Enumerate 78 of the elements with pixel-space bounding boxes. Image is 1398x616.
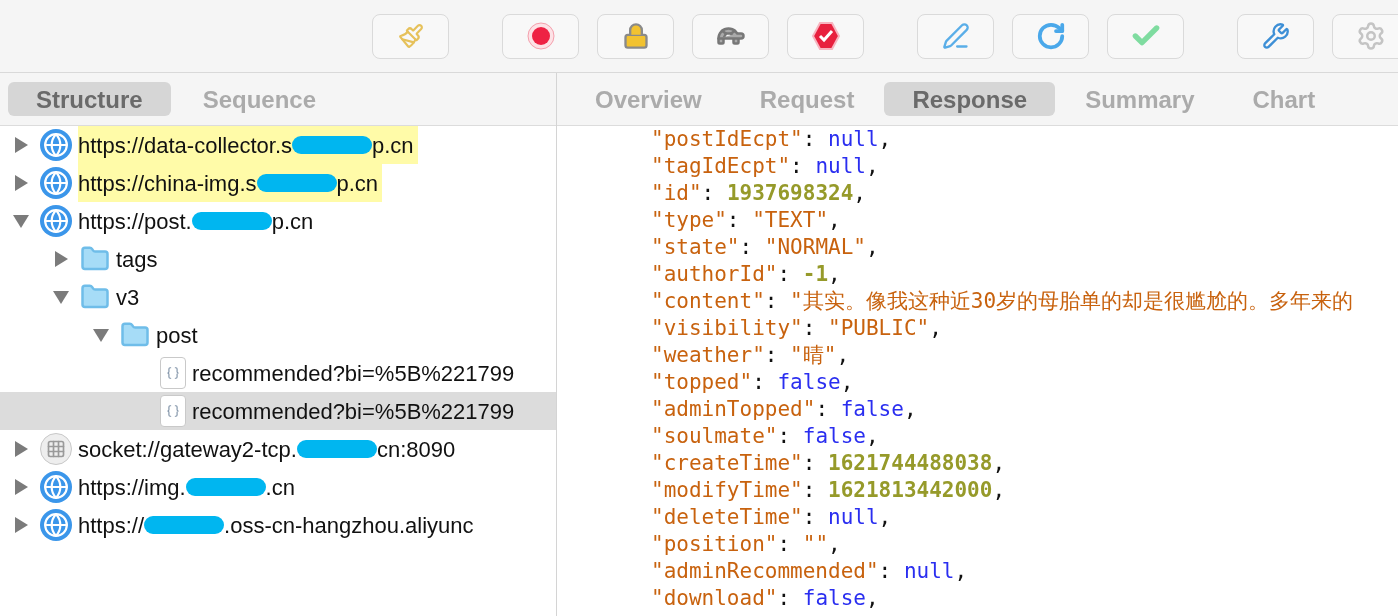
json-line: "deleteTime": null, bbox=[651, 504, 893, 531]
json-line: "authorId": -1, bbox=[651, 261, 842, 288]
host-label: v3 bbox=[116, 283, 140, 312]
socket-icon bbox=[40, 433, 72, 465]
host-label: https:// bbox=[78, 511, 145, 540]
tree-row[interactable]: tags bbox=[0, 240, 556, 278]
host-label: https://china-img.s bbox=[78, 169, 257, 198]
tools-icon bbox=[1261, 22, 1290, 50]
expanded-arrow-icon[interactable] bbox=[52, 288, 70, 306]
json-line: "type": "TEXT", bbox=[651, 207, 842, 234]
expanded-arrow-icon[interactable] bbox=[92, 326, 110, 344]
globe-icon bbox=[40, 129, 72, 161]
host-label-end: .cn bbox=[265, 473, 295, 502]
json-line: "position": "", bbox=[651, 531, 842, 558]
pen-icon bbox=[941, 22, 970, 50]
globe-icon bbox=[40, 205, 72, 237]
tab[interactable]: Response bbox=[884, 82, 1056, 116]
globe-icon bbox=[40, 167, 72, 199]
toolbar-button[interactable] bbox=[502, 13, 579, 59]
json-line: "download": false, bbox=[651, 585, 880, 612]
expanded-arrow-icon[interactable] bbox=[12, 212, 30, 230]
json-line: "soulmate": false, bbox=[651, 423, 880, 450]
tree-row[interactable]: post bbox=[0, 316, 556, 354]
lock-icon bbox=[621, 22, 650, 50]
json-line: "content": "其实。像我这种近30岁的母胎单的却是很尴尬的。多年来的 bbox=[651, 288, 1355, 315]
collapsed-arrow-icon[interactable] bbox=[12, 516, 30, 534]
tab[interactable]: Structure bbox=[8, 82, 171, 116]
host-label: recommended?bi=%5B%221799 bbox=[192, 397, 515, 426]
collapsed-arrow-icon[interactable] bbox=[12, 478, 30, 496]
toolbar-button[interactable] bbox=[787, 13, 864, 59]
json-file-icon bbox=[160, 357, 186, 389]
host-label-end: cn:8090 bbox=[376, 435, 456, 464]
tree-row[interactable]: recommended?bi=%5B%221799 bbox=[0, 354, 556, 392]
host-label: https://data-collector.s bbox=[78, 131, 292, 160]
host-label-end: p.cn bbox=[372, 131, 414, 160]
json-line: "topped": false, bbox=[651, 369, 855, 396]
toolbar-button[interactable] bbox=[597, 13, 674, 59]
toolbar-button[interactable] bbox=[917, 13, 994, 59]
collapsed-arrow-icon[interactable] bbox=[52, 250, 70, 268]
host-label: recommended?bi=%5B%221799 bbox=[192, 359, 515, 388]
host-label: post bbox=[156, 321, 198, 350]
stop-check-icon bbox=[810, 21, 841, 51]
toolbar-button[interactable] bbox=[1012, 13, 1089, 59]
settings-icon bbox=[1355, 21, 1386, 51]
host-label: tags bbox=[116, 245, 158, 274]
json-line: "tagIdEcpt": null, bbox=[651, 153, 880, 180]
record-icon bbox=[526, 22, 555, 50]
host-label: https://post. bbox=[78, 207, 192, 236]
toolbar-button[interactable] bbox=[1237, 13, 1314, 59]
json-line: "id": 1937698324, bbox=[651, 180, 867, 207]
toolbar-button[interactable] bbox=[692, 13, 769, 59]
selected-tree-row[interactable]: recommended?bi=%5B%221799 bbox=[0, 392, 556, 430]
host-label: socket://gateway2-tcp. bbox=[78, 435, 297, 464]
tree-row[interactable]: https://post. p.cn bbox=[0, 202, 556, 240]
json-line: "adminRecommended": null, bbox=[651, 558, 969, 585]
host-label: https://img. bbox=[78, 473, 186, 502]
json-file-icon bbox=[160, 395, 186, 427]
json-line: "modifyTime": 1621813442000, bbox=[651, 477, 1007, 504]
globe-icon bbox=[40, 471, 72, 503]
tree-row[interactable]: https:// .oss-cn-hangzhou.aliyunc bbox=[0, 506, 556, 544]
refresh-icon bbox=[1035, 21, 1066, 51]
globe-icon bbox=[40, 509, 72, 541]
tree-row[interactable]: https://img. .cn bbox=[0, 468, 556, 506]
collapsed-arrow-icon[interactable] bbox=[12, 136, 30, 154]
json-line: "adminTopped": false, bbox=[651, 396, 918, 423]
collapsed-arrow-icon[interactable] bbox=[12, 174, 30, 192]
host-label-end: .oss-cn-hangzhou.aliyunc bbox=[224, 511, 474, 540]
host-label-end: p.cn bbox=[271, 207, 314, 236]
broom-icon bbox=[397, 23, 424, 49]
json-line: "weather": "晴", bbox=[651, 342, 851, 369]
tree-row[interactable]: v3 bbox=[0, 278, 556, 316]
json-line: "visibility": "PUBLIC", bbox=[651, 315, 943, 342]
json-line: "postIdEcpt": null, bbox=[651, 126, 893, 153]
host-label-end: p.cn bbox=[336, 169, 379, 198]
json-line: "state": "NORMAL", bbox=[651, 234, 880, 261]
collapsed-arrow-icon[interactable] bbox=[12, 440, 30, 458]
json-line: "createTime": 1621744488038, bbox=[651, 450, 1007, 477]
tree-row[interactable]: socket://gateway2-tcp. cn:8090 bbox=[0, 430, 556, 468]
